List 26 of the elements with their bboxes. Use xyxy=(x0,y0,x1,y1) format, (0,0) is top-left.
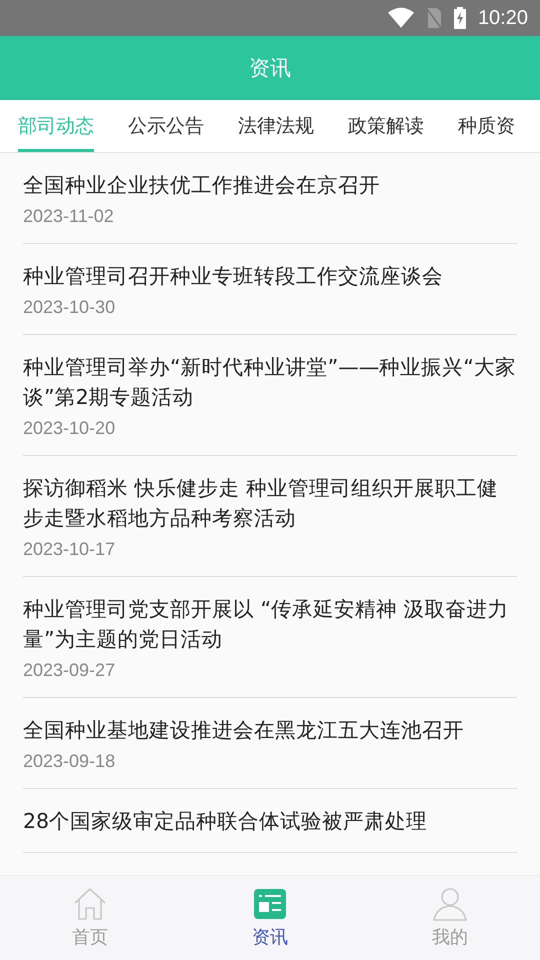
article-date: 2023-10-20 xyxy=(23,418,116,439)
article-title[interactable]: 种业管理司党支部开展以 “传承延安精神 汲取奋进力量”为主题的党日活动 xyxy=(23,594,517,654)
article-date: 2023-09-27 xyxy=(23,660,116,681)
article-date: 2023-11-02 xyxy=(23,206,115,227)
home-icon xyxy=(73,887,107,921)
article-title[interactable]: 种业管理司举办“新时代种业讲堂”——种业振兴“大家谈”第2期专题活动 xyxy=(23,352,517,412)
category-tab[interactable]: 政策解读 xyxy=(348,100,424,152)
article-date: 2023-10-17 xyxy=(23,539,116,560)
category-tab[interactable]: 种质资 xyxy=(458,100,515,152)
news-icon xyxy=(253,887,287,921)
wifi-icon xyxy=(388,7,414,29)
category-tab[interactable]: 公示公告 xyxy=(128,100,204,152)
article-title[interactable]: 28个国家级审定品种联合体试验被严肃处理 xyxy=(23,806,517,836)
battery-charging-icon xyxy=(454,7,466,29)
nav-tab[interactable]: 资讯 xyxy=(180,876,360,960)
article-title[interactable]: 探访御稻米 快乐健步走 种业管理司组织开展职工健步走暨水稻地方品种考察活动 xyxy=(23,473,517,533)
article-date: 2023-09-18 xyxy=(23,751,116,772)
person-icon xyxy=(433,887,467,921)
article-title[interactable]: 全国种业基地建设推进会在黑龙江五大连池召开 xyxy=(23,715,517,745)
no-sim-icon xyxy=(426,7,442,29)
article-title[interactable]: 种业管理司召开种业专班转段工作交流座谈会 xyxy=(23,261,517,291)
article-title[interactable]: 全国种业企业扶优工作推进会在京召开 xyxy=(23,170,517,200)
status-time: 10:20 xyxy=(478,6,528,30)
category-tab[interactable]: 法律法规 xyxy=(238,100,314,152)
header-title: 资讯 xyxy=(249,55,291,82)
article-date: 2023-10-30 xyxy=(23,297,116,318)
